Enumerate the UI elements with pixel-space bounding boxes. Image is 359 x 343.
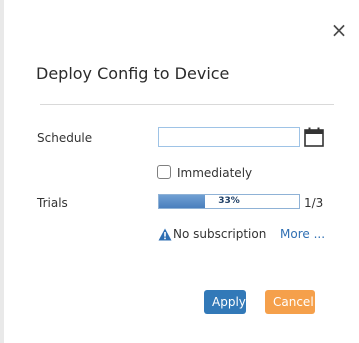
apply-button[interactable]: Apply <box>204 290 246 314</box>
immediately-label[interactable]: Immediately <box>177 166 252 180</box>
schedule-label: Schedule <box>37 131 93 145</box>
warning-icon <box>158 228 172 241</box>
subscription-warning-text: No subscription <box>173 227 267 241</box>
divider <box>40 104 334 105</box>
trials-count: 1/3 <box>304 196 324 210</box>
dialog-title: Deploy Config to Device <box>36 64 230 83</box>
close-icon[interactable]: × <box>330 20 348 40</box>
more-link[interactable]: More ... <box>280 227 325 241</box>
trials-label: Trials <box>37 196 68 210</box>
deploy-config-dialog: × Deploy Config to Device Schedule Immed… <box>4 0 359 343</box>
trials-progress-bar: 33% <box>158 194 300 209</box>
trials-progress-text: 33% <box>218 196 240 206</box>
cancel-button[interactable]: Cancel <box>265 290 315 314</box>
immediately-checkbox[interactable] <box>157 165 171 179</box>
calendar-icon[interactable] <box>304 127 324 147</box>
schedule-input[interactable] <box>158 127 300 147</box>
